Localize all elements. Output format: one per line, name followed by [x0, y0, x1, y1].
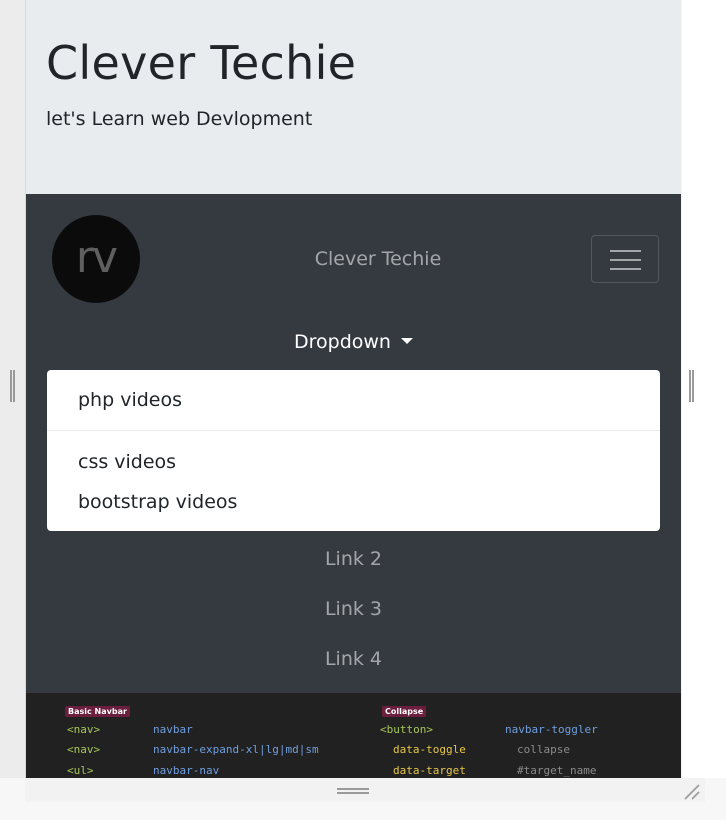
caret-down-icon: [400, 338, 413, 344]
navbar-brand[interactable]: Clever Techie: [236, 248, 520, 270]
code-tag: <nav>: [67, 723, 101, 736]
dropdown-item-css[interactable]: css videos: [78, 451, 176, 473]
nav-link-4[interactable]: Link 4: [26, 648, 681, 670]
code-tag: <ul>: [67, 764, 94, 777]
corner-resize-icon[interactable]: [682, 782, 702, 802]
dropdown-label: Dropdown: [294, 331, 391, 353]
code-attribute: data-toggle: [393, 743, 466, 756]
logo[interactable]: rv: [52, 215, 140, 303]
code-class: navbar: [153, 723, 193, 736]
code-class: navbar-expand-xl|lg|md|sm: [153, 743, 319, 756]
code-class: navbar-toggler: [505, 723, 598, 736]
code-tag: <button>: [380, 723, 433, 736]
navbar-toggler-button[interactable]: [591, 235, 659, 283]
bottom-resize-handle[interactable]: [337, 788, 369, 794]
nav-link-2[interactable]: Link 2: [26, 548, 681, 570]
code-value: #target_name: [517, 764, 597, 777]
cheatsheet-image: Basic Navbar <nav> navbar <nav> navbar-e…: [26, 693, 681, 778]
code-tag: <nav>: [67, 743, 101, 756]
nav-link-3[interactable]: Link 3: [26, 598, 681, 620]
page-title: Clever Techie: [46, 36, 357, 90]
cheatsheet-badge-collapse: Collapse: [382, 706, 427, 717]
dropdown-item-php[interactable]: php videos: [78, 389, 182, 411]
code-value: collapse: [517, 743, 570, 756]
left-resize-handle[interactable]: [10, 370, 15, 402]
jumbotron: Clever Techie let's Learn web Devlopment: [26, 0, 681, 194]
navbar: rv Clever Techie Dropdown php videos css…: [26, 194, 681, 693]
right-resize-handle[interactable]: [689, 370, 694, 402]
dropdown-menu: php videos css videos bootstrap videos: [47, 370, 660, 531]
dropdown-toggle[interactable]: Dropdown: [26, 331, 681, 353]
dropdown-item-bootstrap[interactable]: bootstrap videos: [78, 491, 237, 513]
logo-text: rv: [75, 231, 118, 283]
page-subtitle: let's Learn web Devlopment: [46, 108, 313, 130]
page-viewport: Clever Techie let's Learn web Devlopment…: [26, 0, 681, 778]
dropdown-divider: [47, 430, 660, 431]
cheatsheet-badge-basic-navbar: Basic Navbar: [65, 706, 130, 717]
code-attribute: data-target: [393, 764, 466, 777]
code-class: navbar-nav: [153, 764, 220, 777]
